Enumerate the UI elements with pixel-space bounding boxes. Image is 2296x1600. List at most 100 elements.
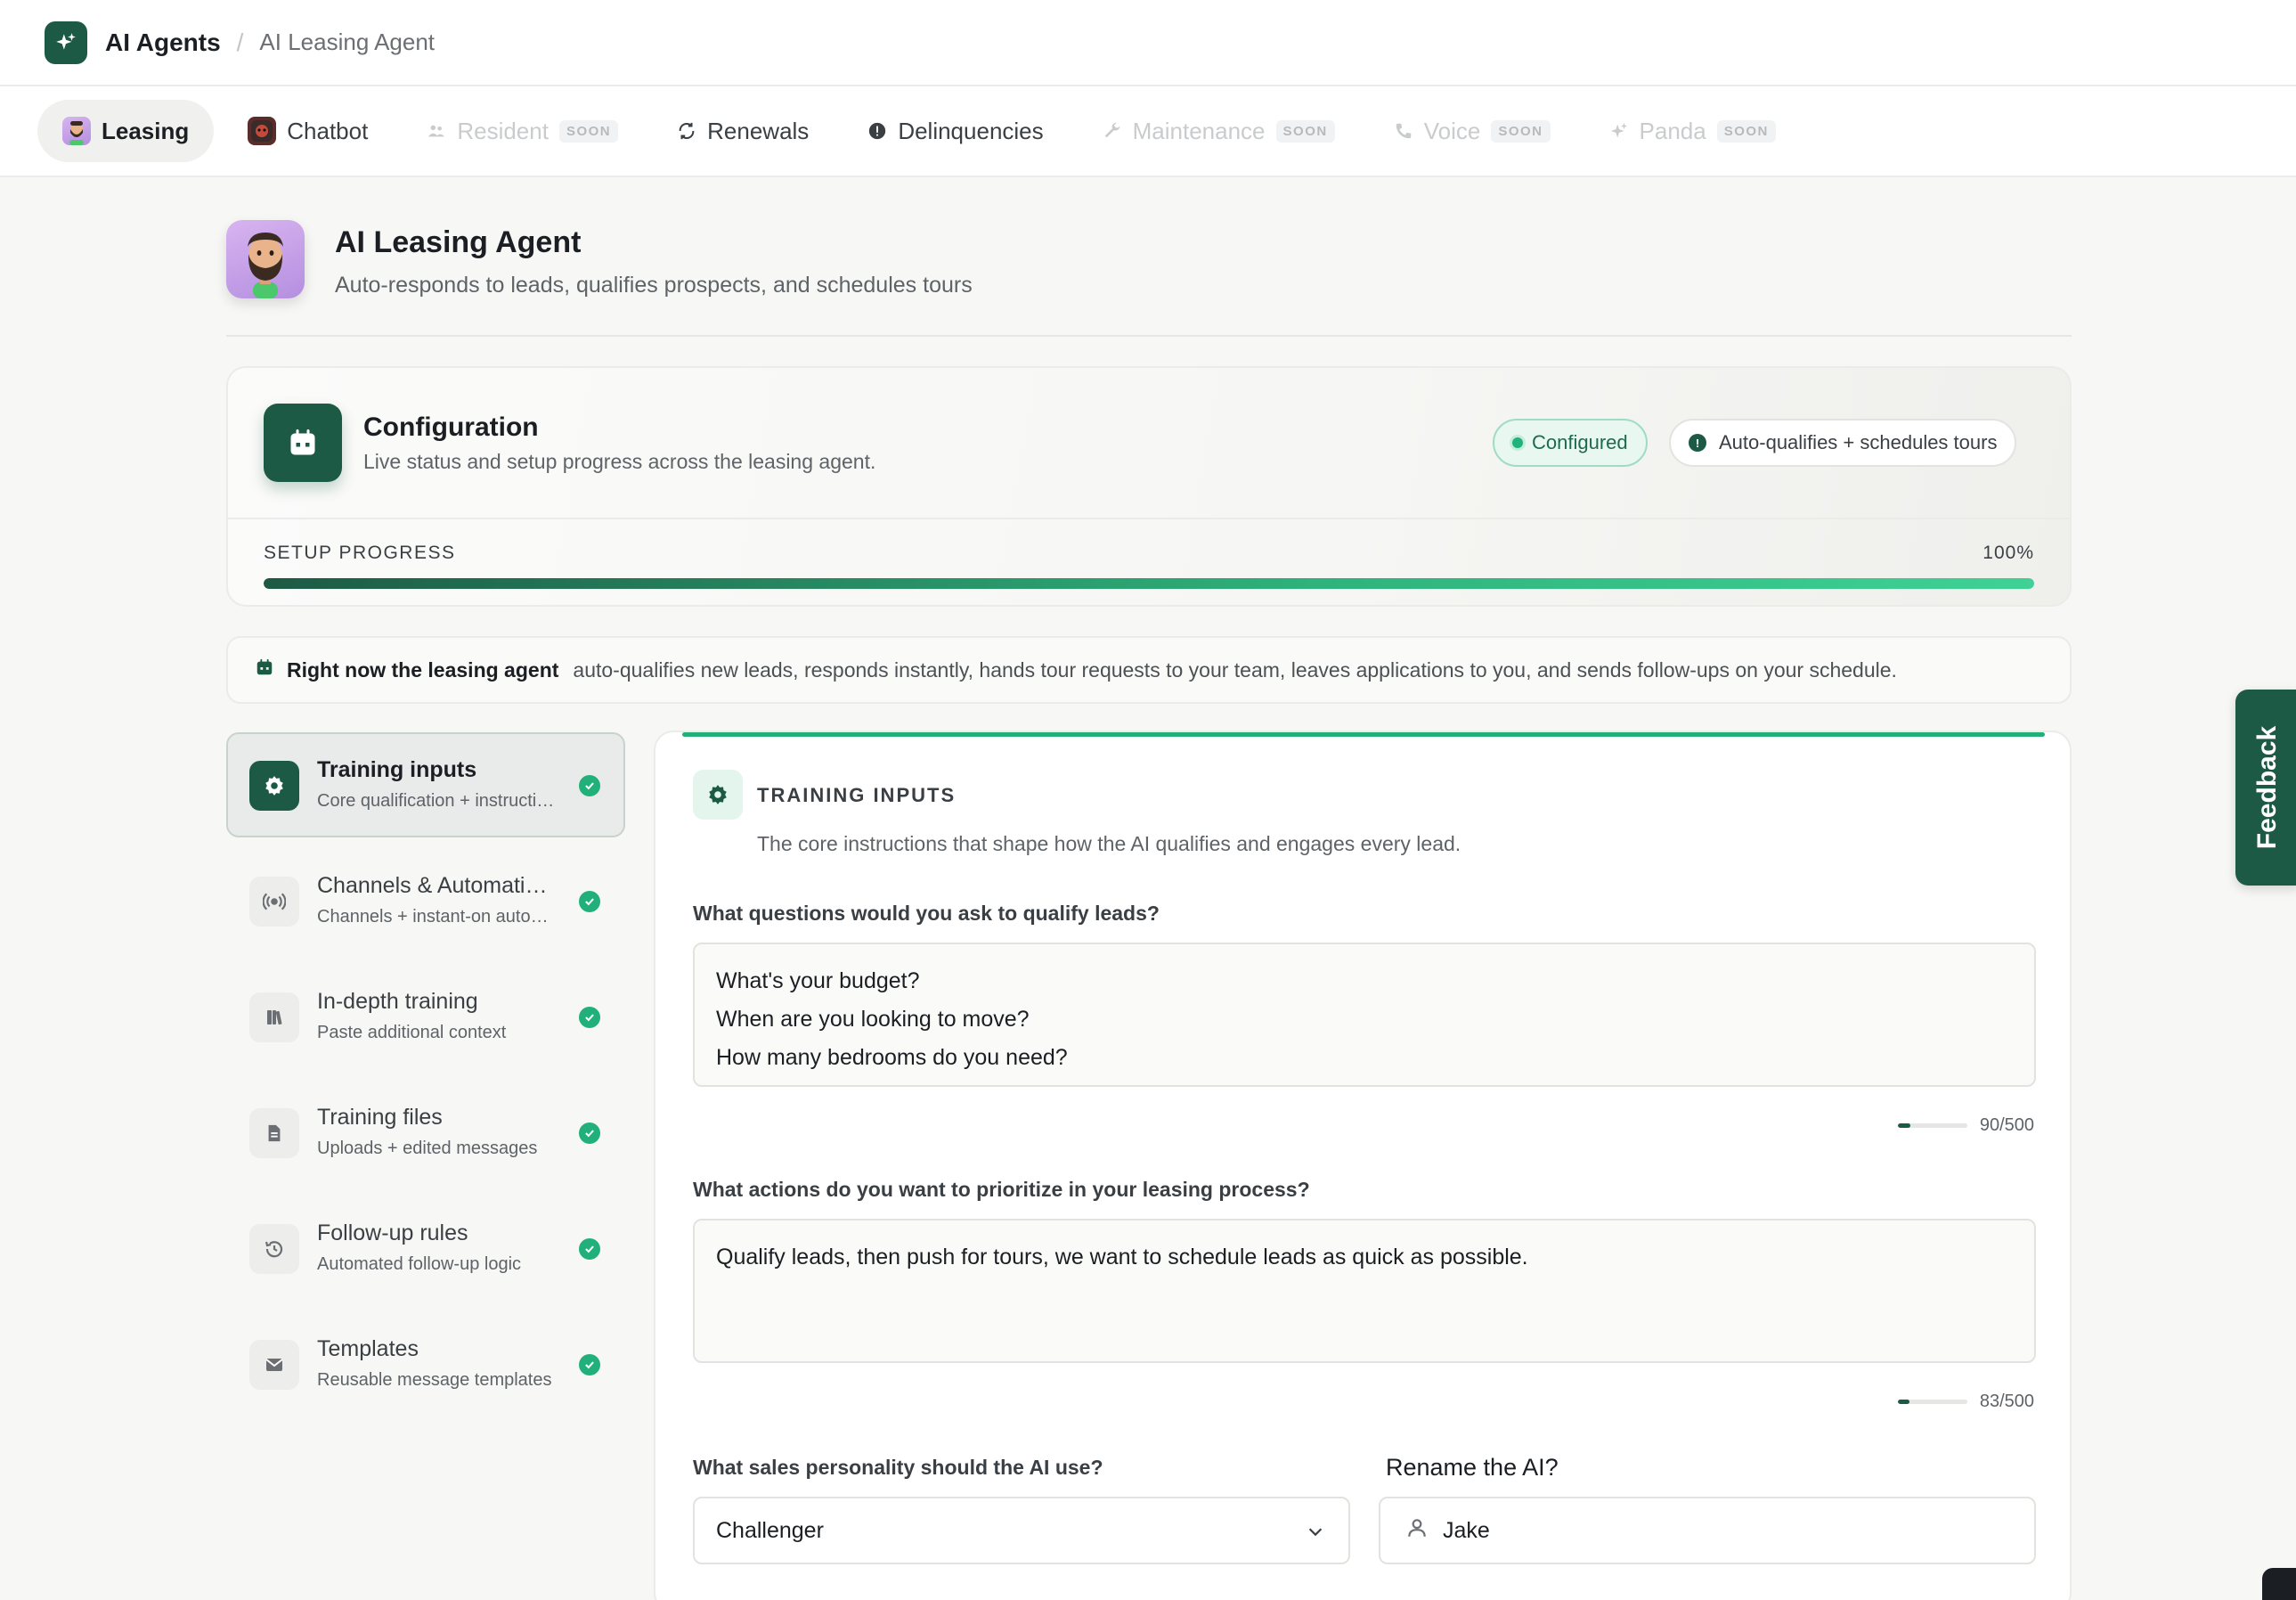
- chevron-down-icon: [1306, 1522, 1325, 1547]
- gear-icon: [249, 761, 299, 811]
- user-icon: [1405, 1516, 1429, 1546]
- textarea-line: When are you looking to move?: [716, 1007, 1030, 1032]
- setup-progress-label: SETUP PROGRESS: [264, 543, 456, 563]
- feedback-button[interactable]: Feedback: [2235, 690, 2296, 886]
- nav-item-training-files[interactable]: Training files Uploads + edited messages: [226, 1080, 625, 1185]
- nav-item-subtitle: Uploads + edited messages: [317, 1139, 538, 1158]
- corner-widget[interactable]: [2262, 1568, 2296, 1600]
- status-dot-icon: [1512, 437, 1523, 448]
- setup-progress-bar: [264, 578, 2034, 589]
- nav-item-subtitle: Automated follow-up logic: [317, 1254, 522, 1274]
- books-icon: [249, 992, 299, 1042]
- qualify-questions-label: What questions would you ask to qualify …: [693, 902, 1160, 925]
- soon-badge: SOON: [1491, 119, 1551, 143]
- page-title: AI Leasing Agent: [335, 225, 582, 259]
- panel-subtitle: The core instructions that shape how the…: [757, 832, 1461, 855]
- tab-leasing[interactable]: Leasing: [37, 100, 215, 162]
- tab-renewals[interactable]: Renewals: [652, 100, 834, 162]
- tab-voice: Voice SOON: [1369, 100, 1575, 162]
- configuration-card: Configuration Live status and setup prog…: [226, 366, 2072, 607]
- nav-item-title: Training files: [317, 1105, 443, 1130]
- page-subtitle: Auto-responds to leads, qualifies prospe…: [335, 273, 973, 298]
- check-icon: [579, 1354, 600, 1376]
- tab-delinquencies[interactable]: Delinquencies: [843, 100, 1068, 162]
- check-icon: [579, 1007, 600, 1028]
- personality-label: What sales personality should the AI use…: [693, 1456, 1103, 1479]
- nav-item-title: Training inputs: [317, 757, 477, 782]
- priority-actions-counter: 83/500: [1897, 1392, 2034, 1412]
- nav-item-channels[interactable]: Channels & Automations Channels + instan…: [226, 848, 625, 953]
- mail-icon: [249, 1340, 299, 1390]
- capability-badge-label: Auto-qualifies + schedules tours: [1719, 431, 1998, 453]
- personality-select-value: Challenger: [716, 1517, 824, 1543]
- phone-icon: [1394, 121, 1413, 141]
- agent-tabs: Leasing Chatbot Resident SOON Renewals D…: [0, 86, 2296, 177]
- check-icon: [579, 1122, 600, 1144]
- check-icon: [579, 891, 600, 912]
- qualify-questions-textarea[interactable]: What's your budget? When are you looking…: [693, 943, 2036, 1087]
- app-title[interactable]: AI Agents: [105, 29, 221, 57]
- training-inputs-panel: TRAINING INPUTS The core instructions th…: [654, 731, 2072, 1600]
- setup-progress-value: 100%: [1983, 543, 2034, 563]
- tab-maintenance: Maintenance SOON: [1078, 100, 1360, 162]
- soon-badge: SOON: [1275, 119, 1335, 143]
- section-nav: Training inputs Core qualification + ins…: [226, 732, 625, 1427]
- nav-item-templates[interactable]: Templates Reusable message templates: [226, 1311, 625, 1416]
- personality-select[interactable]: Challenger: [693, 1497, 1350, 1564]
- tab-resident: Resident SOON: [402, 100, 643, 162]
- soon-badge: SOON: [558, 119, 619, 143]
- tab-voice-label: Voice: [1423, 117, 1481, 144]
- nav-item-subtitle: Channels + instant-on automations: [317, 907, 558, 927]
- status-badge: Configured: [1493, 419, 1648, 467]
- nav-item-training-inputs[interactable]: Training inputs Core qualification + ins…: [226, 732, 625, 837]
- refresh-icon: [677, 121, 696, 141]
- textarea-value: Qualify leads, then push for tours, we w…: [716, 1245, 1528, 1269]
- breadcrumb-separator: /: [236, 28, 244, 56]
- tab-chatbot[interactable]: Chatbot: [223, 100, 393, 162]
- tab-maintenance-label: Maintenance: [1132, 117, 1266, 144]
- char-count-text: 83/500: [1979, 1392, 2034, 1411]
- nav-item-follow-up-rules[interactable]: Follow-up rules Automated follow-up logi…: [226, 1196, 625, 1301]
- priority-actions-textarea[interactable]: Qualify leads, then push for tours, we w…: [693, 1219, 2036, 1363]
- char-count-bar: [1897, 1400, 1967, 1404]
- char-count-text: 90/500: [1979, 1115, 2034, 1135]
- status-banner: Right now the leasing agent auto-qualifi…: [226, 636, 2072, 704]
- panel-title: TRAINING INPUTS: [757, 784, 957, 806]
- sparkle-logo-icon[interactable]: [45, 20, 87, 64]
- tab-chatbot-label: Chatbot: [287, 117, 369, 144]
- char-count-bar: [1897, 1123, 1967, 1128]
- history-icon: [249, 1224, 299, 1274]
- textarea-line: How many bedrooms do you need?: [716, 1045, 1068, 1070]
- nav-item-subtitle: Reusable message templates: [317, 1370, 552, 1390]
- calendar-bot-icon: [264, 404, 342, 482]
- configuration-subtitle: Live status and setup progress across th…: [363, 450, 876, 473]
- char-count-fill: [1897, 1400, 1909, 1404]
- leasing-avatar-icon: [62, 117, 91, 145]
- textarea-line: Any pets?: [716, 1077, 2013, 1085]
- file-icon: [249, 1108, 299, 1158]
- char-count-fill: [1897, 1123, 1910, 1128]
- status-badge-label: Configured: [1532, 431, 1628, 453]
- nav-item-in-depth-training[interactable]: In-depth training Paste additional conte…: [226, 964, 625, 1069]
- capability-badge: ! Auto-qualifies + schedules tours: [1669, 419, 2017, 467]
- setup-progress-fill: [264, 578, 2034, 589]
- qualify-questions-counter: 90/500: [1897, 1115, 2034, 1136]
- sparkle-icon: [1609, 121, 1629, 141]
- rename-input-value: Jake: [1443, 1517, 1490, 1543]
- nav-item-title: In-depth training: [317, 989, 478, 1014]
- nav-item-title: Channels & Automations: [317, 873, 550, 898]
- agent-header: AI Leasing Agent Auto-responds to leads,…: [226, 220, 973, 298]
- calendar-bot-icon: [255, 657, 274, 682]
- nav-item-subtitle: Core qualification + instructions: [317, 791, 558, 811]
- rename-input[interactable]: Jake: [1379, 1497, 2036, 1564]
- agent-avatar: [226, 220, 305, 298]
- check-icon: [579, 1238, 600, 1260]
- chatbot-avatar-icon: [248, 117, 277, 145]
- configuration-title: Configuration: [363, 412, 539, 442]
- tab-panda: Panda SOON: [1584, 100, 1801, 162]
- soon-badge: SOON: [1716, 119, 1776, 143]
- alert-icon: !: [1689, 434, 1706, 452]
- people-icon: [427, 121, 446, 141]
- tab-renewals-label: Renewals: [707, 117, 810, 144]
- gear-icon: [693, 770, 743, 820]
